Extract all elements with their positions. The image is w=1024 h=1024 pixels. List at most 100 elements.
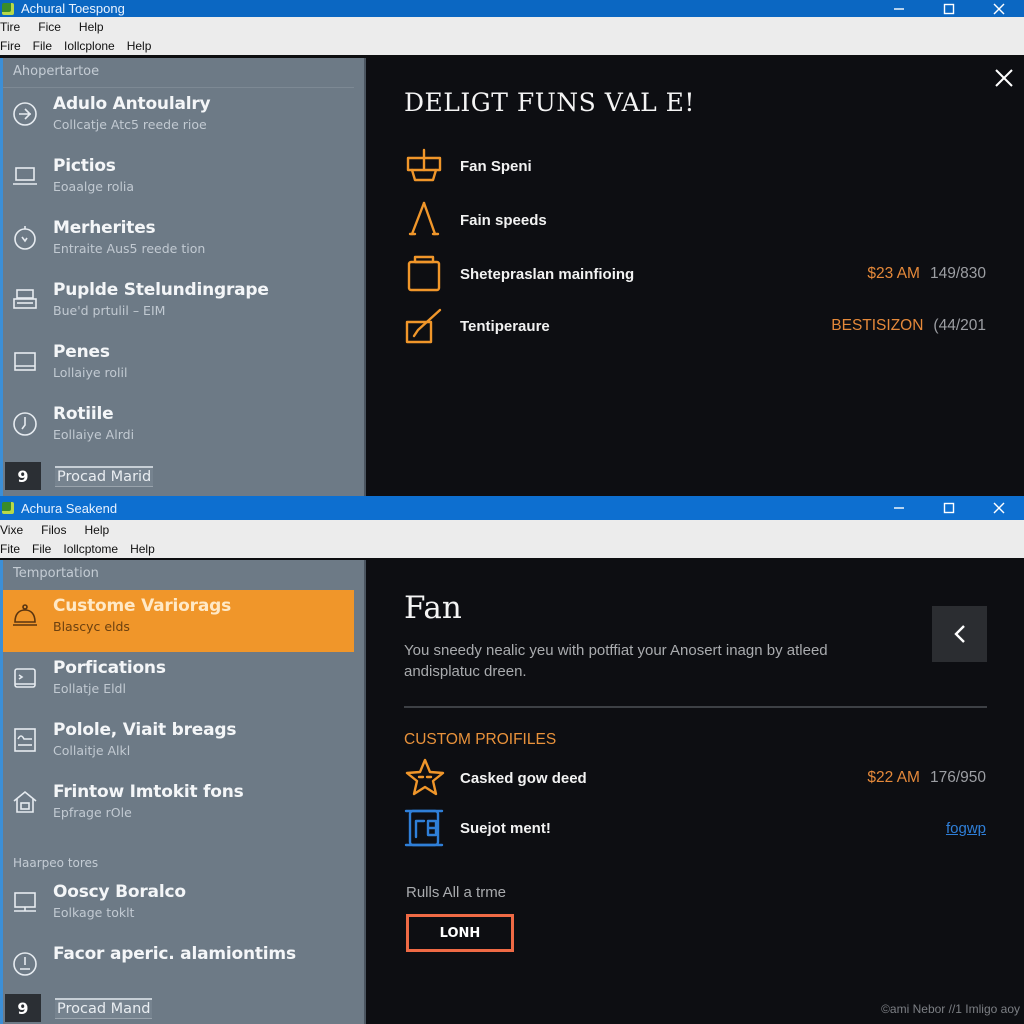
sidebar-item-subtitle: Epfrage rOle <box>53 805 132 820</box>
option-row[interactable]: Fan Speni <box>404 146 986 186</box>
app-window-bottom: Achura Seakend Vixe Filos Help Fite File… <box>0 496 1024 1024</box>
close-panel-button[interactable] <box>992 66 1016 90</box>
menu-item-help[interactable]: Help <box>84 523 109 537</box>
sidebar-item[interactable]: Merherites Entraite Aus5 reede tion <box>3 212 364 274</box>
command-icon[interactable]: 9 <box>5 462 41 490</box>
rules-text: Rulls All a trme <box>406 884 507 901</box>
menu-item[interactable]: Iollcptome <box>63 542 118 556</box>
sidebar-item-title: Merherites <box>53 218 156 238</box>
watermark: ©ami Nebor //1 Imligo aoy <box>881 1002 1020 1016</box>
option-value: BESTISIZON <box>831 317 924 334</box>
option-ratio: (44/201 <box>933 317 986 334</box>
monitor-icon <box>11 348 39 376</box>
sidebar-item-title: Adulo Antoulalry <box>53 94 211 114</box>
action-button[interactable]: LONH <box>406 914 514 952</box>
printer-icon <box>11 286 39 314</box>
option-label: Fan Speni <box>460 157 532 175</box>
sidebar-item[interactable]: Facor aperic. alamiontims <box>3 938 364 1000</box>
window-body: Ahopertartoe Adulo Antoulalry Collcatje A… <box>0 58 1024 496</box>
edit-checkbox-icon <box>404 306 446 346</box>
document-icon <box>11 664 39 692</box>
sidebar-item[interactable]: Penes Lollaiye rolil <box>3 336 364 398</box>
sidebar-item-title: Pictios <box>53 156 116 176</box>
close-window-button[interactable] <box>974 0 1024 17</box>
sidebar-item-subtitle: Eoaalge rolia <box>53 179 135 194</box>
window-controls <box>874 0 1024 17</box>
sidebar-item-subtitle: Entraite Aus5 reede tion <box>53 241 206 256</box>
sidebar-footer: 9 Procad Marid <box>5 462 154 490</box>
option-label: Tentiperaure <box>460 317 550 335</box>
command-icon[interactable]: 9 <box>5 994 41 1022</box>
sidebar-item-active[interactable]: Custome Variorags Blascyc elds <box>3 590 354 652</box>
minimize-button[interactable] <box>874 496 924 520</box>
sidebar-item[interactable]: Adulo Antoulalry Collcatje Atc5 reede rio… <box>3 88 364 150</box>
maximize-icon <box>943 502 955 514</box>
profile-link[interactable]: fogwp <box>946 820 986 837</box>
option-row[interactable]: Fain speeds <box>404 200 986 240</box>
menu-item-help[interactable]: Help <box>79 20 104 34</box>
window-body: Temportation Custome Variorags Blascyc el… <box>0 560 1024 1024</box>
scroll-document-icon <box>404 808 446 848</box>
menu-item[interactable]: Tire <box>0 20 20 34</box>
sidebar-item-subtitle: Collcatje Atc5 reede rioe <box>53 117 207 132</box>
menu-item[interactable]: Iollcplone <box>64 39 115 53</box>
sidebar-item[interactable]: Puplde Stelundingrape Bue'd prtulil – EIM <box>3 274 364 336</box>
custom-profiles-heading: CUSTOM PROIFILES <box>404 731 557 748</box>
crown-icon <box>404 146 446 186</box>
profile-row[interactable]: Suejot ment! fogwp <box>404 808 986 848</box>
menu-item-help[interactable]: Help <box>130 542 155 556</box>
menu-item[interactable]: Fice <box>38 20 61 34</box>
menu-item-help[interactable]: Help <box>127 39 152 53</box>
sidebar-item[interactable]: Pictios Eoaalge rolia <box>3 150 364 212</box>
option-row[interactable]: Shetepraslan mainfioing $23 AM 149/830 <box>404 254 986 294</box>
menu-item-file[interactable]: File <box>33 39 52 53</box>
option-row[interactable]: Tentiperaure BESTISIZON (44/201 <box>404 306 986 346</box>
menu-item[interactable]: Fire <box>0 39 21 53</box>
menu-row-secondary: Fite File Iollcptome Help <box>0 539 1024 558</box>
sidebar-item-subtitle: Lollaiye rolil <box>53 365 128 380</box>
command-button[interactable]: Procad Marid <box>55 465 154 487</box>
option-ratio: 149/830 <box>929 265 986 282</box>
divider <box>404 706 987 708</box>
menu-bar: Tire Fice Help Fire File Iollcplone Help <box>0 17 1024 55</box>
profile-ratio: 176/950 <box>929 769 986 786</box>
menu-item[interactable]: Filos <box>41 523 66 537</box>
sidebar-item-title: Rotiile <box>53 404 114 424</box>
menu-item[interactable]: Fite <box>0 542 20 556</box>
sidebar-item-title: Frintow Imtokit fons <box>53 782 244 802</box>
sidebar-item-subtitle: Eolkage toklt <box>53 905 135 920</box>
menu-item[interactable]: Vixe <box>0 523 23 537</box>
clock-icon <box>11 410 39 438</box>
menu-item-file[interactable]: File <box>32 542 51 556</box>
sidebar-item[interactable]: Rotiile Eollaiye Alrdi <box>3 398 364 460</box>
monitor-icon <box>11 888 39 916</box>
menu-bar: Vixe Filos Help Fite File Iollcptome Hel… <box>0 520 1024 558</box>
sidebar-section-label: Haarpeo tores <box>13 856 99 870</box>
minimize-button[interactable] <box>874 0 924 17</box>
profile-label: Casked gow deed <box>460 769 587 787</box>
sidebar-header: Temportation <box>13 566 99 581</box>
profile-row[interactable]: Casked gow deed $22 AM 176/950 <box>404 758 986 798</box>
sidebar-item-subtitle: Bue'd prtulil – EIM <box>53 303 166 318</box>
sidebar-footer: 9 Procad Mand <box>5 994 153 1022</box>
sidebar-item-title: Porfications <box>53 658 166 678</box>
home-icon <box>11 788 39 816</box>
sidebar-item[interactable]: Frintow Imtokit fons Epfrage rOle <box>3 776 364 838</box>
fan-values-panel: DELIGT FUNS VAL E! Fan Speni Fain speeds… <box>364 58 1024 496</box>
sidebar-item[interactable]: Porfications Eollatje Eldl <box>3 652 364 714</box>
chart-window-icon <box>11 726 39 754</box>
back-button[interactable] <box>932 606 987 662</box>
command-button[interactable]: Procad Mand <box>55 997 153 1019</box>
maximize-button[interactable] <box>924 0 974 17</box>
sidebar-item[interactable]: Ooscy Boralco Eolkage toklt <box>3 876 364 938</box>
panel-title: Fan <box>404 590 462 626</box>
maximize-button[interactable] <box>924 496 974 520</box>
sidebar-item[interactable]: Polole, Viait breags Collaitje Alkl <box>3 714 364 776</box>
sidebar-item-title: Custome Variorags <box>53 596 231 616</box>
close-window-button[interactable] <box>974 496 1024 520</box>
sidebar-item-subtitle: Eollatje Eldl <box>53 681 126 696</box>
close-icon <box>993 3 1005 14</box>
chevron-left-icon <box>953 625 965 643</box>
fan-profile-panel: Fan You sneedy nealic yeu with potffiat … <box>364 560 1024 1024</box>
close-icon <box>993 502 1005 514</box>
